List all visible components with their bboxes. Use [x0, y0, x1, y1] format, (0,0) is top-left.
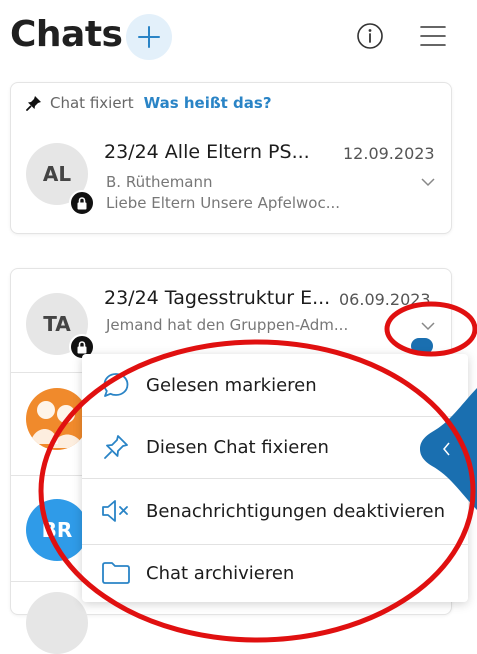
avatar-initials: BR: [41, 518, 73, 542]
pin-filled-icon: [26, 96, 41, 111]
menu-item-mute-notifications[interactable]: Benachrichtigungen deaktivieren: [82, 478, 468, 545]
speech-bubble-icon: [100, 370, 132, 400]
hamburger-icon[interactable]: [418, 22, 448, 50]
pinned-label: Chat fixiert: [50, 94, 134, 112]
folder-icon: [100, 558, 132, 588]
pin-icon: [100, 432, 132, 462]
unread-dot: [411, 338, 433, 354]
chat-preview: Jemand hat den Gruppen-Adm...: [106, 316, 349, 334]
info-icon[interactable]: [356, 22, 384, 50]
chat-preview: Liebe Eltern Unsere Apfelwoc...: [106, 194, 341, 212]
context-menu: Gelesen markieren Diesen Chat fixieren B…: [82, 354, 468, 602]
new-chat-button[interactable]: [126, 14, 172, 60]
menu-item-label: Benachrichtigungen deaktivieren: [146, 500, 446, 522]
avatar: [26, 592, 88, 654]
avatar-initials: TA: [43, 312, 71, 336]
page-title: Chats: [10, 14, 123, 55]
menu-item-archive-chat[interactable]: Chat archivieren: [82, 544, 468, 602]
avatar: [26, 388, 88, 450]
chat-sender: B. Rüthemann: [106, 173, 213, 191]
menu-item-label: Diesen Chat fixieren: [146, 436, 329, 458]
avatar: BR: [26, 499, 88, 561]
plus-icon: [138, 26, 160, 48]
menu-item-mark-read[interactable]: Gelesen markieren: [82, 354, 468, 417]
menu-item-label: Chat archivieren: [146, 562, 295, 584]
chat-name: 23/24 Tagesstruktur E...: [104, 287, 331, 309]
chevron-down-icon[interactable]: [421, 321, 435, 331]
avatar-initials: AL: [42, 162, 72, 186]
pinned-info-row: Chat fixiert Was heißt das?: [26, 94, 272, 112]
mute-speaker-icon: [100, 496, 132, 526]
what-does-that-mean-link[interactable]: Was heißt das?: [144, 94, 272, 112]
chat-date: 06.09.2023: [339, 290, 431, 309]
lock-icon: [69, 190, 95, 216]
chat-date: 12.09.2023: [343, 144, 435, 163]
side-drawer-tab[interactable]: [420, 388, 477, 510]
menu-item-pin-chat[interactable]: Diesen Chat fixieren: [82, 416, 468, 479]
chat-name: 23/24 Alle Eltern PS...: [104, 141, 310, 163]
menu-item-label: Gelesen markieren: [146, 374, 317, 396]
chevron-down-icon[interactable]: [421, 177, 435, 187]
group-photo-icon: [30, 401, 84, 448]
